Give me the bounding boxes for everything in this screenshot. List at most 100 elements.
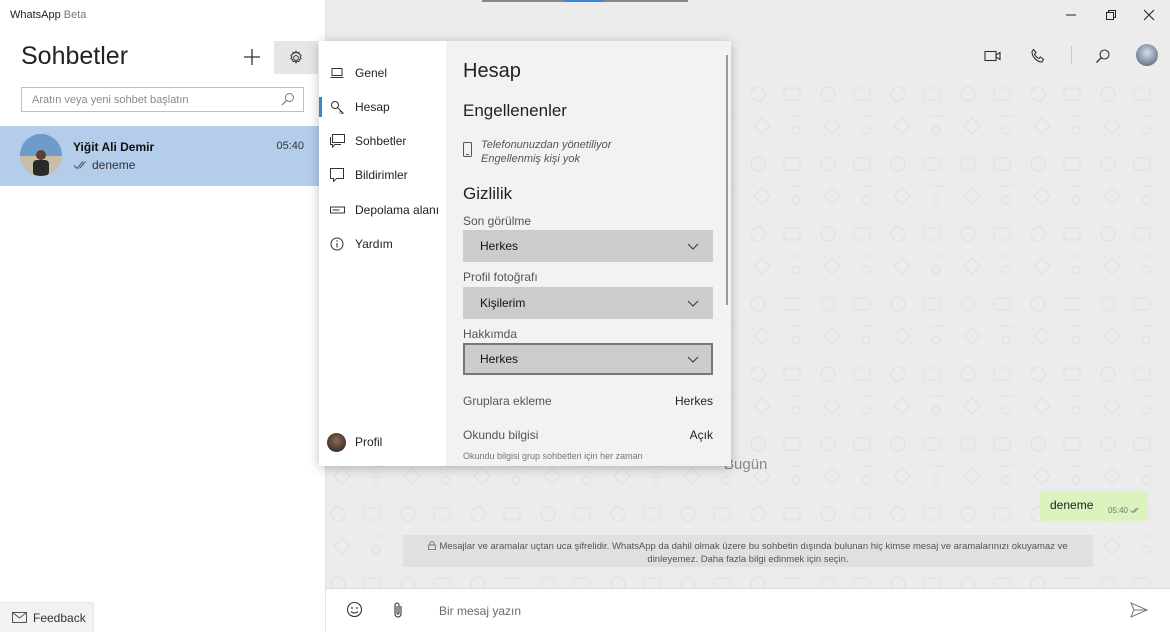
minimize-button[interactable] <box>1056 4 1086 26</box>
contact-avatar[interactable] <box>1136 44 1158 66</box>
chat-list-item[interactable]: Yiğit Ali Demir 05:40 deneme <box>0 126 325 186</box>
last-seen-value: Herkes <box>480 239 519 253</box>
double-check-icon <box>73 161 86 170</box>
blocked-count-text: Engellenmiş kişi yok <box>481 153 581 165</box>
profile-photo-value: Kişilerim <box>480 296 526 310</box>
video-camera-icon <box>984 50 1001 62</box>
search-box <box>21 87 304 112</box>
settings-popup: Genel Hesap Sohbetler Bildirimler Depola… <box>319 41 731 466</box>
groups-row[interactable]: Gruplara ekleme Herkes <box>463 394 713 408</box>
blocked-managed-text: Telefonunuzdan yönetiliyor <box>481 139 612 151</box>
restore-icon <box>1106 10 1116 20</box>
last-seen-label: Son görülme <box>463 214 532 228</box>
settings-button[interactable] <box>274 41 318 74</box>
groups-value: Herkes <box>674 394 713 408</box>
search-messages-button[interactable] <box>1091 44 1115 68</box>
settings-nav-chats[interactable]: Sohbetler <box>319 126 446 156</box>
settings-nav: Genel Hesap Sohbetler Bildirimler Depola… <box>319 41 446 466</box>
outgoing-message[interactable]: deneme 05:40 <box>1040 491 1148 521</box>
settings-nav-label: Hesap <box>355 100 390 114</box>
plus-icon <box>244 49 260 65</box>
blocked-info: Telefonunuzdan yönetiliyor Engellenmiş k… <box>463 138 611 166</box>
privacy-heading: Gizlilik <box>463 184 513 203</box>
avatar <box>20 134 62 176</box>
feedback-button[interactable]: Feedback <box>0 602 94 632</box>
app-badge: Beta <box>63 9 87 21</box>
settings-scrollbar[interactable] <box>726 55 728 305</box>
chevron-down-icon <box>687 300 699 307</box>
settings-nav-label: Bildirimler <box>355 168 408 182</box>
profile-photo-select[interactable]: Kişilerim <box>463 287 713 319</box>
notification-icon <box>329 167 345 183</box>
phone-device-icon <box>463 142 472 157</box>
close-icon <box>1143 9 1155 21</box>
chat-icon <box>329 133 345 149</box>
settings-nav-general[interactable]: Genel <box>319 58 446 88</box>
double-check-icon <box>1130 507 1139 514</box>
settings-nav-profile[interactable]: Profil <box>319 427 446 457</box>
voice-call-button[interactable] <box>1026 44 1050 68</box>
settings-page-title: Hesap <box>463 60 521 82</box>
read-receipts-label: Okundu bilgisi <box>463 428 539 442</box>
message-time: 05:40 <box>1107 506 1128 515</box>
last-seen-select[interactable]: Herkes <box>463 230 713 262</box>
gear-icon <box>290 49 302 64</box>
send-button[interactable] <box>1130 602 1149 623</box>
search-input[interactable] <box>22 88 272 111</box>
chevron-down-icon <box>687 356 699 363</box>
read-receipts-row[interactable]: Okundu bilgisi Açık <box>463 428 713 442</box>
settings-nav-label: Profil <box>355 435 383 449</box>
page-title: Sohbetler <box>21 42 129 70</box>
app-name: WhatsApp <box>10 9 61 21</box>
search-icon <box>1096 49 1110 63</box>
paperclip-icon <box>394 602 402 618</box>
chat-time: 05:40 <box>276 140 304 152</box>
storage-icon <box>329 202 345 218</box>
chat-list-panel: WhatsAppBeta Sohbetler Yiğit Ali Demir 0… <box>0 0 326 632</box>
chevron-down-icon <box>687 243 699 250</box>
settings-nav-storage[interactable]: Depolama alanı <box>319 195 446 225</box>
attach-button[interactable] <box>392 601 404 624</box>
search-icon[interactable] <box>281 92 295 106</box>
app-title: WhatsApp Beta <box>10 9 86 21</box>
feedback-label: Feedback <box>33 610 86 625</box>
read-receipts-value: Açık <box>689 428 713 442</box>
phone-icon <box>1031 48 1045 63</box>
video-call-button[interactable] <box>981 44 1005 68</box>
settings-nav-help[interactable]: Yardım <box>319 229 446 259</box>
settings-nav-label: Yardım <box>355 237 393 251</box>
lock-icon <box>428 541 437 550</box>
emoji-button[interactable] <box>346 601 363 623</box>
about-select[interactable]: Herkes <box>463 343 713 375</box>
read-receipts-note: Okundu bilgisi grup sohbetleri için her … <box>463 451 643 461</box>
encryption-notice[interactable]: Mesajlar ve aramalar uçtan uca şifrelidi… <box>403 535 1093 567</box>
settings-nav-label: Sohbetler <box>355 134 407 148</box>
settings-nav-account[interactable]: Hesap <box>319 92 446 122</box>
header-divider <box>1071 46 1072 64</box>
laptop-icon <box>329 65 345 81</box>
groups-label: Gruplara ekleme <box>463 394 552 408</box>
message-text: deneme <box>1050 498 1094 512</box>
title-bar-strip <box>482 0 688 2</box>
chat-preview: deneme <box>73 158 135 172</box>
about-label: Hakkımda <box>463 327 518 341</box>
restore-button[interactable] <box>1096 4 1126 26</box>
about-value: Herkes <box>480 352 519 366</box>
mail-icon <box>12 612 27 623</box>
send-icon <box>1130 602 1149 618</box>
profile-avatar <box>327 432 346 452</box>
info-icon <box>329 236 345 252</box>
settings-nav-label: Depolama alanı <box>355 203 440 217</box>
encryption-notice-text: Mesajlar ve aramalar uçtan uca şifrelidi… <box>439 541 1068 565</box>
minimize-icon <box>1066 14 1076 16</box>
message-input[interactable] <box>439 599 1089 623</box>
settings-content: Hesap Engellenenler Telefonunuzdan yönet… <box>446 41 731 466</box>
close-button[interactable] <box>1134 4 1164 26</box>
profile-photo-label: Profil fotoğrafı <box>463 270 538 284</box>
settings-nav-notifications[interactable]: Bildirimler <box>319 160 446 190</box>
settings-nav-label: Genel <box>355 66 388 80</box>
emoji-icon <box>346 601 363 618</box>
chat-name: Yiğit Ali Demir <box>73 140 155 154</box>
new-chat-button[interactable] <box>237 42 267 72</box>
message-composer <box>326 588 1170 632</box>
